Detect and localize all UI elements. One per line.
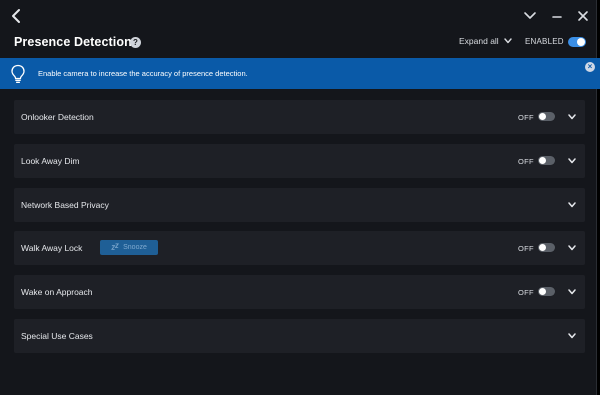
snooze-label: Snooze bbox=[123, 244, 147, 251]
lightbulb-icon bbox=[11, 64, 25, 83]
chevron-down-icon[interactable] bbox=[567, 156, 577, 166]
presence-detection-toggle[interactable] bbox=[568, 37, 586, 47]
toggle-state-label: OFF bbox=[518, 288, 534, 297]
chevron-down-icon[interactable] bbox=[567, 287, 577, 297]
chevron-down-icon bbox=[504, 38, 512, 44]
minimize-icon[interactable] bbox=[548, 7, 566, 25]
setting-walk-away-lock[interactable]: Walk Away Lock Snooze OFF bbox=[14, 231, 585, 265]
expand-all-button[interactable]: Expand all bbox=[459, 36, 513, 46]
back-arrow-icon[interactable] bbox=[8, 7, 26, 25]
setting-label: Look Away Dim bbox=[21, 156, 80, 166]
setting-label: Special Use Cases bbox=[21, 331, 93, 341]
setting-special-use-cases[interactable]: Special Use Cases bbox=[14, 319, 585, 353]
onlooker-detection-toggle[interactable] bbox=[538, 112, 555, 121]
toggle-state-label: OFF bbox=[518, 157, 534, 166]
toggle-state-label: OFF bbox=[518, 244, 534, 253]
toggle-state-label: OFF bbox=[518, 113, 534, 122]
setting-label: Onlooker Detection bbox=[21, 112, 94, 122]
setting-wake-on-approach[interactable]: Wake on Approach OFF bbox=[14, 275, 585, 309]
banner-close-icon[interactable]: × bbox=[585, 62, 595, 72]
help-icon[interactable]: ? bbox=[130, 37, 141, 48]
setting-look-away-dim[interactable]: Look Away Dim OFF bbox=[14, 144, 585, 178]
page-title: Presence Detection bbox=[14, 35, 132, 49]
restore-chevron-icon[interactable] bbox=[521, 7, 539, 25]
setting-label: Walk Away Lock bbox=[21, 243, 83, 253]
setting-label: Network Based Privacy bbox=[21, 200, 109, 210]
chevron-down-icon[interactable] bbox=[567, 331, 577, 341]
chevron-down-icon[interactable] bbox=[567, 243, 577, 253]
title-bar bbox=[0, 0, 597, 32]
setting-network-based-privacy[interactable]: Network Based Privacy bbox=[14, 188, 585, 222]
enabled-label: ENABLED bbox=[525, 37, 564, 46]
snooze-icon bbox=[111, 243, 120, 250]
look-away-dim-toggle[interactable] bbox=[538, 156, 555, 165]
info-banner: Enable camera to increase the accuracy o… bbox=[0, 58, 600, 89]
snooze-button[interactable]: Snooze bbox=[100, 240, 158, 255]
chevron-down-icon[interactable] bbox=[567, 112, 577, 122]
expand-all-label: Expand all bbox=[459, 36, 499, 46]
presence-detection-window: Presence Detection ? Expand all ENABLED … bbox=[0, 0, 600, 395]
setting-label: Wake on Approach bbox=[21, 287, 93, 297]
wake-on-approach-toggle[interactable] bbox=[538, 287, 555, 296]
walk-away-lock-toggle[interactable] bbox=[538, 243, 555, 252]
chevron-down-icon[interactable] bbox=[567, 200, 577, 210]
banner-message: Enable camera to increase the accuracy o… bbox=[38, 69, 248, 78]
setting-onlooker-detection[interactable]: Onlooker Detection OFF bbox=[14, 100, 585, 134]
page-header: Presence Detection ? Expand all ENABLED bbox=[0, 32, 597, 58]
close-icon[interactable] bbox=[574, 7, 592, 25]
